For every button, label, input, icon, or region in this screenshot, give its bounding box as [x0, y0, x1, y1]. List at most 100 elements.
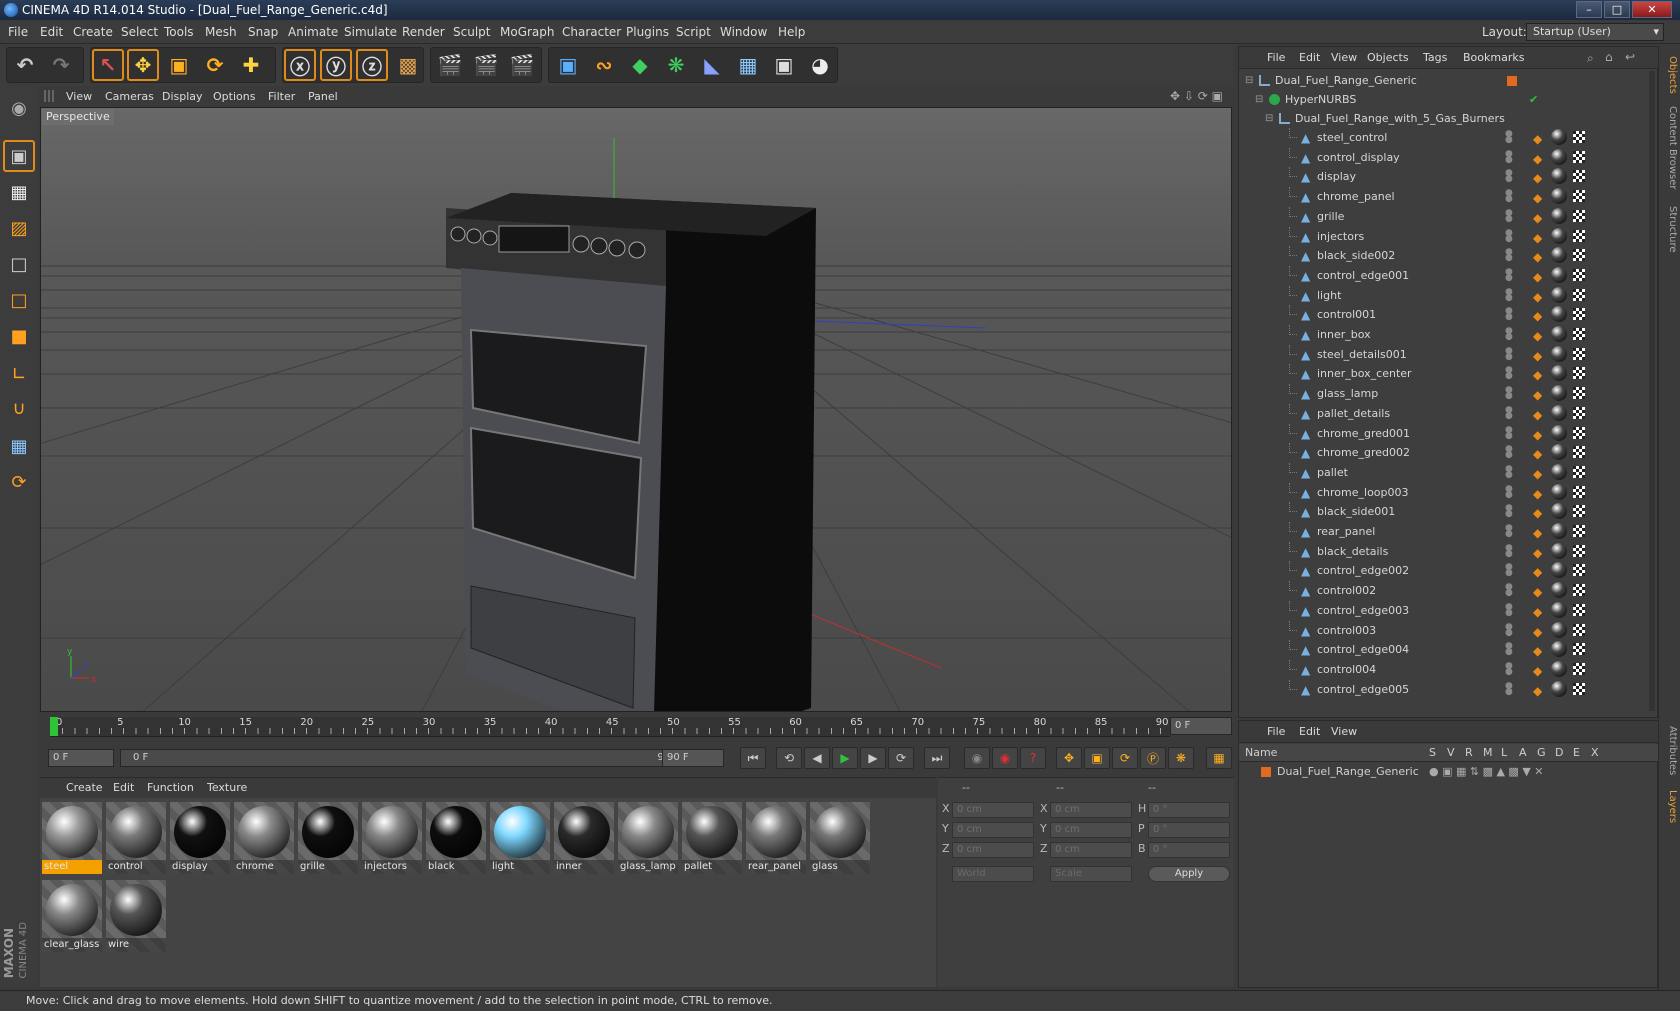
layer-menu-file[interactable]: File	[1267, 721, 1285, 743]
oven-model[interactable]	[446, 193, 816, 712]
preview-range-slider[interactable]: 0 F 90 F	[120, 749, 694, 767]
object-row[interactable]: ▲ chrome_loop003 ● ● ◆	[1239, 482, 1649, 503]
object-row[interactable]: ▲ inner_box ● ● ◆	[1239, 325, 1649, 345]
material-tag-icon[interactable]	[1551, 385, 1567, 402]
menu-mograph[interactable]: MoGraph	[500, 20, 555, 44]
size-z-field[interactable]: 0 cm	[1050, 842, 1132, 858]
phong-tag-icon[interactable]: ◆	[1533, 464, 1542, 484]
uvw-tag-icon[interactable]	[1573, 662, 1585, 675]
visibility-dots-icon[interactable]: ● ●	[1505, 307, 1513, 322]
object-row[interactable]: ▲ chrome_gred001 ● ● ◆	[1239, 423, 1649, 445]
menu-snap[interactable]: Snap	[248, 20, 278, 44]
uvw-tag-icon[interactable]	[1573, 584, 1585, 597]
model-mode-icon[interactable]: ▣	[3, 140, 35, 172]
obj-menu-view[interactable]: View	[1331, 47, 1357, 69]
pen-spline-icon[interactable]: ∾	[588, 49, 620, 81]
record-active-icon[interactable]: ◉	[964, 747, 990, 769]
obj-menu-objects[interactable]: Objects	[1367, 47, 1409, 69]
pos-x-field[interactable]: 0 cm	[952, 802, 1034, 818]
current-frame-field[interactable]: 0 F	[48, 749, 114, 767]
size-y-field[interactable]: 0 cm	[1050, 822, 1132, 838]
material-rear-panel[interactable]: rear_panel	[746, 802, 806, 874]
mat-menu-create[interactable]: Create	[66, 778, 103, 798]
uvw-tag-icon[interactable]	[1573, 485, 1585, 498]
uvw-tag-icon[interactable]	[1573, 465, 1585, 478]
collapse-icon[interactable]: ⊟	[1255, 90, 1263, 110]
array-icon[interactable]: ❋	[660, 49, 692, 81]
uvw-tag-icon[interactable]	[1573, 682, 1585, 695]
material-tag-icon[interactable]	[1551, 680, 1567, 697]
menu-animate[interactable]: Animate	[288, 20, 338, 44]
tab-structure[interactable]: Structure	[1662, 206, 1678, 253]
phong-tag-icon[interactable]: ◆	[1533, 543, 1542, 563]
visibility-dots-icon[interactable]: ● ●	[1505, 543, 1513, 558]
autokey-icon[interactable]: ◉	[992, 747, 1018, 769]
object-row[interactable]: ▲ chrome_panel ● ● ◆	[1239, 187, 1649, 207]
phong-tag-icon[interactable]: ◆	[1533, 562, 1542, 582]
material-tag-icon[interactable]	[1551, 306, 1567, 323]
go-to-start-icon[interactable]: ⏮	[740, 747, 766, 769]
phong-tag-icon[interactable]: ◆	[1533, 503, 1542, 523]
visibility-dots-icon[interactable]: ● ●	[1505, 681, 1513, 696]
locked-workplane-icon[interactable]: ⟳	[3, 466, 35, 498]
material-tag-icon[interactable]	[1551, 188, 1567, 205]
light-icon[interactable]: ◕	[804, 49, 836, 81]
layer-flags-icons[interactable]: ● ▣ ▦ ⇅ ▩ ▲ ▩ ▼ ✕	[1429, 763, 1544, 781]
tab-layers[interactable]: Layers	[1662, 790, 1678, 823]
collapse-icon[interactable]: ⊟	[1245, 71, 1253, 91]
axis-mode-icon[interactable]: ∟	[3, 358, 35, 390]
obj-menu-tags[interactable]: Tags	[1423, 47, 1447, 69]
material-display[interactable]: display	[170, 802, 230, 874]
keyframe-selection-icon[interactable]: ?	[1020, 747, 1046, 769]
visibility-dots-icon[interactable]: ● ●	[1505, 464, 1513, 479]
object-scrollbar[interactable]	[1649, 71, 1655, 711]
phong-tag-icon[interactable]: ◆	[1533, 168, 1542, 188]
scale-icon[interactable]: ▣	[163, 49, 195, 81]
material-tag-icon[interactable]	[1551, 523, 1567, 539]
uvw-tag-icon[interactable]	[1573, 150, 1585, 163]
menu-window[interactable]: Window	[720, 20, 767, 44]
visibility-dots-icon[interactable]: ● ●	[1505, 208, 1513, 223]
move-icon[interactable]: ✥	[127, 49, 159, 81]
uvw-tag-icon[interactable]	[1573, 268, 1585, 281]
phong-tag-icon[interactable]: ◆	[1533, 188, 1542, 208]
menu-script[interactable]: Script	[676, 20, 711, 44]
material-tag-icon[interactable]	[1551, 207, 1567, 224]
uvw-tag-icon[interactable]	[1573, 328, 1585, 340]
object-row[interactable]: ▲ steel_details001 ● ● ◆	[1239, 344, 1649, 366]
uvw-tag-icon[interactable]	[1573, 505, 1585, 518]
phong-tag-icon[interactable]: ◆	[1533, 661, 1542, 681]
material-tag-icon[interactable]	[1551, 247, 1567, 264]
obj-menu-edit[interactable]: Edit	[1299, 47, 1320, 69]
phong-tag-icon[interactable]: ◆	[1533, 425, 1542, 445]
object-row-group[interactable]: ⊟ Dual_Fuel_Range_with_5_Gas_Burners	[1239, 109, 1649, 129]
material-tag-icon[interactable]	[1551, 503, 1567, 520]
cube-icon[interactable]: ▣	[552, 49, 584, 81]
material-glass[interactable]: glass	[810, 802, 870, 874]
uvw-tag-icon[interactable]	[1573, 446, 1585, 459]
material-chrome[interactable]: chrome	[234, 802, 294, 874]
phong-tag-icon[interactable]: ◆	[1533, 681, 1542, 701]
visibility-dots-icon[interactable]: ● ●	[1505, 661, 1513, 676]
rot-h-field[interactable]: 0 °	[1148, 802, 1230, 818]
visibility-dots-icon[interactable]: ● ●	[1505, 602, 1513, 617]
object-row[interactable]: ▲ pallet_details ● ● ◆	[1239, 403, 1649, 424]
vp-menu-display[interactable]: Display	[162, 87, 203, 107]
phong-tag-icon[interactable]: ◆	[1533, 602, 1542, 622]
uvw-tag-icon[interactable]	[1573, 623, 1585, 636]
menu-simulate[interactable]: Simulate	[344, 20, 397, 44]
phong-tag-icon[interactable]: ◆	[1533, 346, 1542, 366]
object-row[interactable]: ▲ rear_panel ● ● ◆	[1239, 522, 1649, 542]
phong-tag-icon[interactable]: ◆	[1533, 582, 1542, 602]
rot-b-field[interactable]: 0 °	[1148, 842, 1230, 858]
uvw-tag-icon[interactable]	[1573, 249, 1585, 262]
object-row[interactable]: ▲ injectors ● ● ◆	[1239, 226, 1649, 247]
material-tag-icon[interactable]	[1551, 266, 1567, 283]
go-to-end-icon[interactable]: ⏭	[924, 747, 950, 769]
material-tag-icon[interactable]	[1551, 286, 1567, 303]
render-picture-viewer-icon[interactable]: 🎬	[470, 49, 502, 81]
phong-tag-icon[interactable]: ◆	[1533, 208, 1542, 228]
material-tag-icon[interactable]	[1551, 562, 1567, 579]
material-control[interactable]: control	[106, 802, 166, 874]
timeline-ruler[interactable]: 0 5 10 15 20 25 30 35 40 45 50 55 60 65 70 75 80 85 90	[50, 717, 1170, 737]
